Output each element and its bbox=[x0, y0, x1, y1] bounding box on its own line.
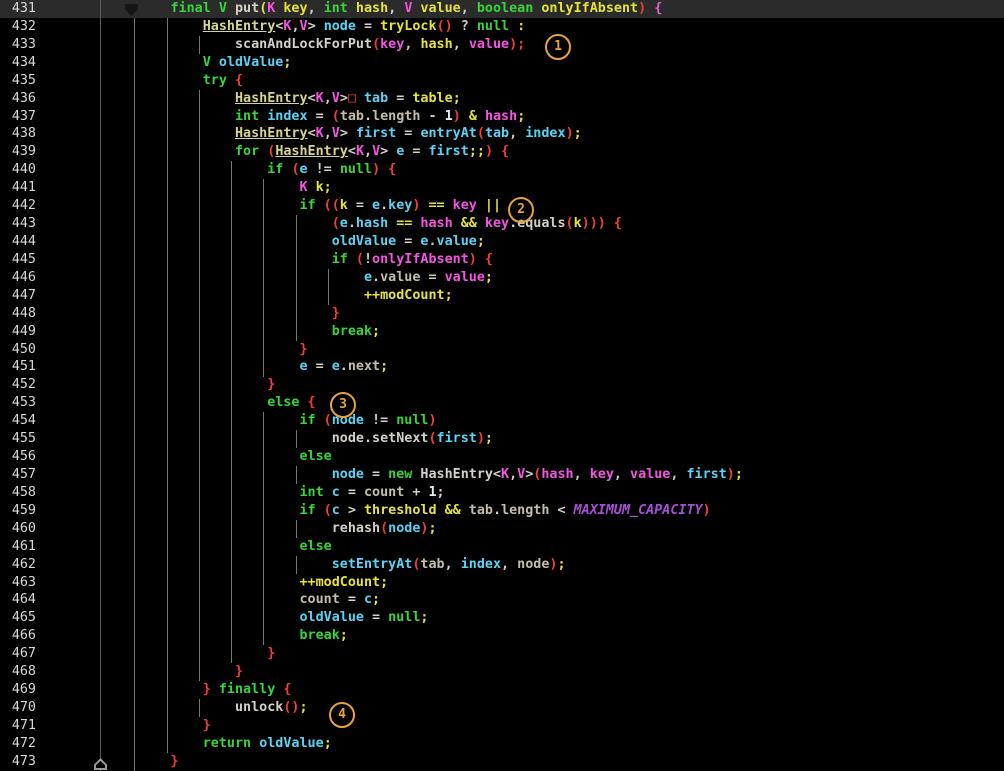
line-number[interactable]: 450 bbox=[0, 341, 36, 359]
line-number[interactable]: 436 bbox=[0, 90, 36, 108]
line-number[interactable]: 445 bbox=[0, 251, 36, 269]
code-line: ++modCount; bbox=[106, 574, 743, 592]
line-number[interactable]: 462 bbox=[0, 556, 36, 574]
line-number[interactable]: 432 bbox=[0, 18, 36, 36]
code-line: if (c > threshold && tab.length < MAXIMU… bbox=[106, 502, 743, 520]
code-editor[interactable]: 4314324334344354364374384394404414424434… bbox=[0, 0, 1004, 771]
code-line: rehash(node); bbox=[106, 520, 743, 538]
code-line: oldValue = null; bbox=[106, 609, 743, 627]
line-number-gutter: 4314324334344354364374384394404414424434… bbox=[0, 0, 36, 771]
line-number[interactable]: 446 bbox=[0, 269, 36, 287]
line-number[interactable]: 459 bbox=[0, 502, 36, 520]
line-number[interactable]: 464 bbox=[0, 591, 36, 609]
line-number[interactable]: 435 bbox=[0, 72, 36, 90]
code-line: return oldValue; bbox=[106, 735, 743, 753]
code-text-area[interactable]: final V put(K key, int hash, V value, bo… bbox=[106, 0, 743, 771]
code-line: int c = count + 1; bbox=[106, 484, 743, 502]
code-line: final V put(K key, int hash, V value, bo… bbox=[106, 0, 743, 18]
code-line: K k; bbox=[106, 179, 743, 197]
line-number[interactable]: 470 bbox=[0, 699, 36, 717]
line-number[interactable]: 452 bbox=[0, 376, 36, 394]
code-line: int index = (tab.length - 1) & hash; bbox=[106, 108, 743, 126]
code-line: scanAndLockForPut(key, hash, value); bbox=[106, 36, 743, 54]
line-number[interactable]: 449 bbox=[0, 323, 36, 341]
code-line: if (!onlyIfAbsent) { bbox=[106, 251, 743, 269]
line-number[interactable]: 463 bbox=[0, 574, 36, 592]
code-line: } bbox=[106, 645, 743, 663]
code-line: HashEntry<K,V> node = tryLock() ? null : bbox=[106, 18, 743, 36]
line-number[interactable]: 434 bbox=[0, 54, 36, 72]
code-line: else bbox=[106, 538, 743, 556]
line-number[interactable]: 461 bbox=[0, 538, 36, 556]
code-line: if (e != null) { bbox=[106, 161, 743, 179]
line-number[interactable]: 431 bbox=[0, 0, 36, 18]
code-line: if ((k = e.key) == key || bbox=[106, 197, 743, 215]
code-line: for (HashEntry<K,V> e = first;;) { bbox=[106, 143, 743, 161]
line-number[interactable]: 455 bbox=[0, 430, 36, 448]
annotation-badge: 1 bbox=[545, 34, 571, 60]
code-line: HashEntry<K,V> first = entryAt(tab, inde… bbox=[106, 125, 743, 143]
code-line: break; bbox=[106, 627, 743, 645]
line-number[interactable]: 439 bbox=[0, 143, 36, 161]
line-number[interactable]: 441 bbox=[0, 179, 36, 197]
code-line: } finally { bbox=[106, 681, 743, 699]
line-number[interactable]: 454 bbox=[0, 412, 36, 430]
code-line: else { bbox=[106, 394, 743, 412]
line-number[interactable]: 467 bbox=[0, 645, 36, 663]
line-number[interactable]: 448 bbox=[0, 305, 36, 323]
line-number[interactable]: 458 bbox=[0, 484, 36, 502]
line-number[interactable]: 460 bbox=[0, 520, 36, 538]
code-line: oldValue = e.value; bbox=[106, 233, 743, 251]
code-line: unlock(); bbox=[106, 699, 743, 717]
code-line: ++modCount; bbox=[106, 287, 743, 305]
code-line: e.value = value; bbox=[106, 269, 743, 287]
annotation-badge: 4 bbox=[329, 702, 355, 728]
code-line: else bbox=[106, 448, 743, 466]
line-number[interactable]: 457 bbox=[0, 466, 36, 484]
code-line: e = e.next; bbox=[106, 358, 743, 376]
code-line: } bbox=[106, 663, 743, 681]
fold-region-line bbox=[100, 0, 101, 771]
line-number[interactable]: 465 bbox=[0, 609, 36, 627]
code-line: try { bbox=[106, 72, 743, 90]
code-line: node.setNext(first); bbox=[106, 430, 743, 448]
code-line: V oldValue; bbox=[106, 54, 743, 72]
line-number[interactable]: 471 bbox=[0, 717, 36, 735]
line-number[interactable]: 473 bbox=[0, 753, 36, 771]
code-line: } bbox=[106, 753, 743, 771]
line-number[interactable]: 443 bbox=[0, 215, 36, 233]
code-line: } bbox=[106, 717, 743, 735]
line-number[interactable]: 469 bbox=[0, 681, 36, 699]
line-number[interactable]: 451 bbox=[0, 358, 36, 376]
line-number[interactable]: 453 bbox=[0, 394, 36, 412]
annotation-badge: 2 bbox=[508, 197, 534, 223]
code-line: } bbox=[106, 305, 743, 323]
line-number[interactable]: 472 bbox=[0, 735, 36, 753]
code-line: } bbox=[106, 376, 743, 394]
code-line: } bbox=[106, 341, 743, 359]
code-line: node = new HashEntry<K,V>(hash, key, val… bbox=[106, 466, 743, 484]
line-number[interactable]: 442 bbox=[0, 197, 36, 215]
code-line: HashEntry<K,V>□ tab = table; bbox=[106, 90, 743, 108]
code-line: setEntryAt(tab, index, node); bbox=[106, 556, 743, 574]
line-number[interactable]: 466 bbox=[0, 627, 36, 645]
line-number[interactable]: 433 bbox=[0, 36, 36, 54]
line-number[interactable]: 444 bbox=[0, 233, 36, 251]
code-line: if (node != null) bbox=[106, 412, 743, 430]
code-line: break; bbox=[106, 323, 743, 341]
code-line: (e.hash == hash && key.equals(k))) { bbox=[106, 215, 743, 233]
line-number[interactable]: 447 bbox=[0, 287, 36, 305]
line-number[interactable]: 438 bbox=[0, 125, 36, 143]
line-number[interactable]: 437 bbox=[0, 108, 36, 126]
line-number[interactable]: 456 bbox=[0, 448, 36, 466]
line-number[interactable]: 468 bbox=[0, 663, 36, 681]
code-line: count = c; bbox=[106, 591, 743, 609]
line-number[interactable]: 440 bbox=[0, 161, 36, 179]
annotation-badge: 3 bbox=[330, 392, 356, 418]
